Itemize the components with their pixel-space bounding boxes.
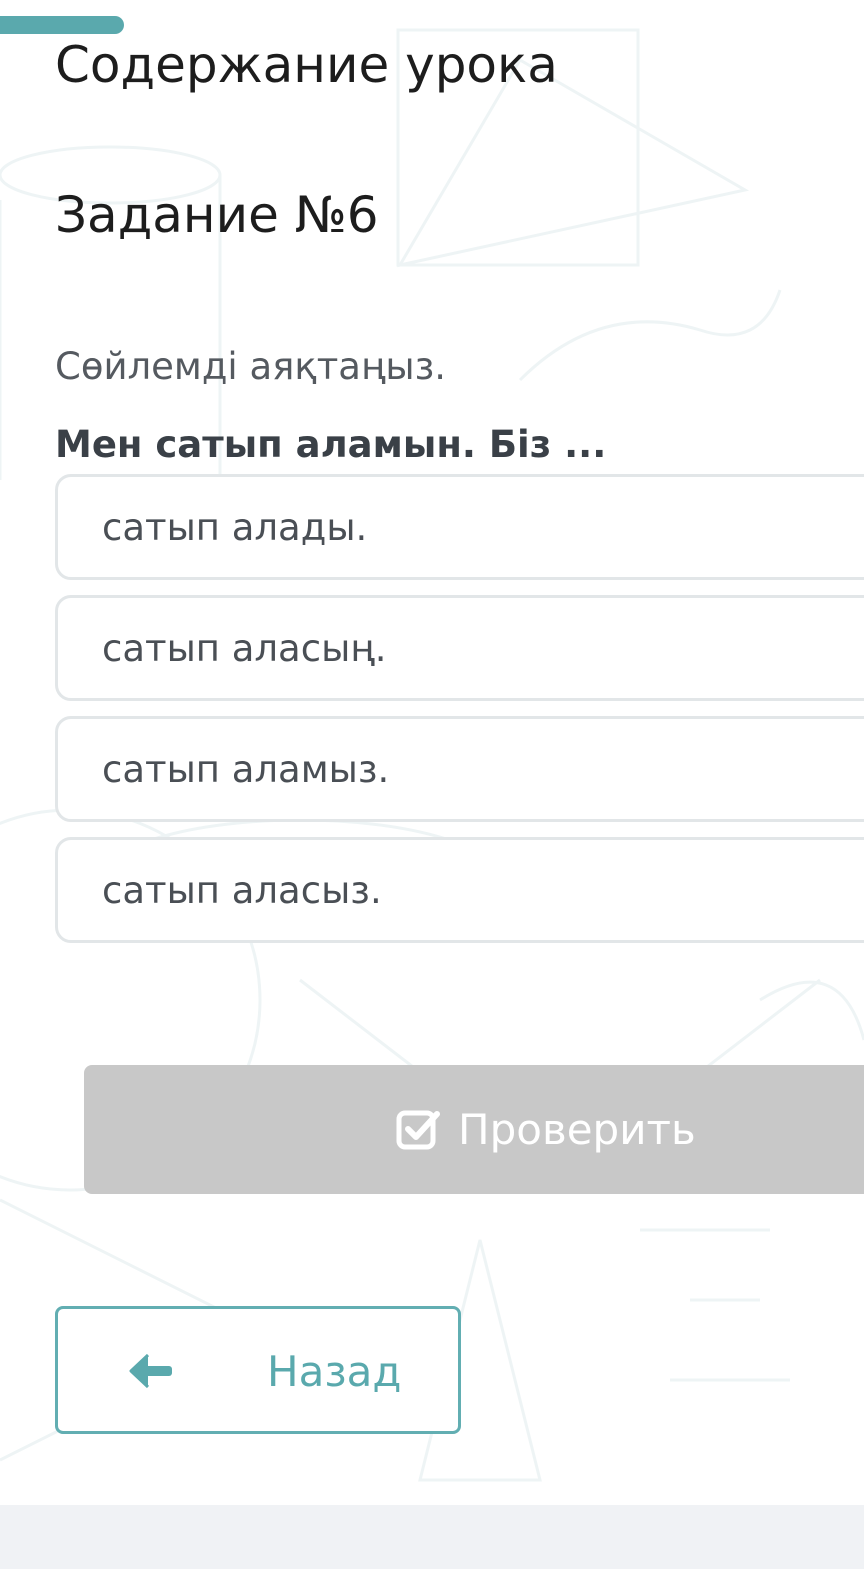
page-title: Содержание урока xyxy=(55,36,558,94)
answer-option-label: сатып аласың. xyxy=(102,626,387,670)
answer-option[interactable]: сатып аласың. xyxy=(55,595,864,701)
back-button[interactable]: Назад xyxy=(55,1306,461,1434)
task-title: Задание №6 xyxy=(55,186,379,244)
task-instruction: Сөйлемді аяқтаңыз. xyxy=(55,345,447,388)
checkbox-check-icon xyxy=(396,1110,440,1149)
answer-options: сатып алады. сатып аласың. сатып аламыз.… xyxy=(55,474,864,958)
check-button[interactable]: Проверить xyxy=(84,1065,864,1194)
answer-option-label: сатып аламыз. xyxy=(102,747,390,791)
answer-option[interactable]: сатып аласыз. xyxy=(55,837,864,943)
arrow-left-icon xyxy=(129,1353,172,1389)
answer-option[interactable]: сатып аламыз. xyxy=(55,716,864,822)
back-button-label: Назад xyxy=(267,1347,402,1396)
answer-option[interactable]: сатып алады. xyxy=(55,474,864,580)
answer-option-label: сатып алады. xyxy=(102,505,368,549)
answer-option-label: сатып аласыз. xyxy=(102,868,382,912)
page-footer-band xyxy=(0,1505,864,1569)
task-question: Мен сатып аламын. Біз ... xyxy=(55,423,607,466)
check-button-label: Проверить xyxy=(458,1105,696,1154)
